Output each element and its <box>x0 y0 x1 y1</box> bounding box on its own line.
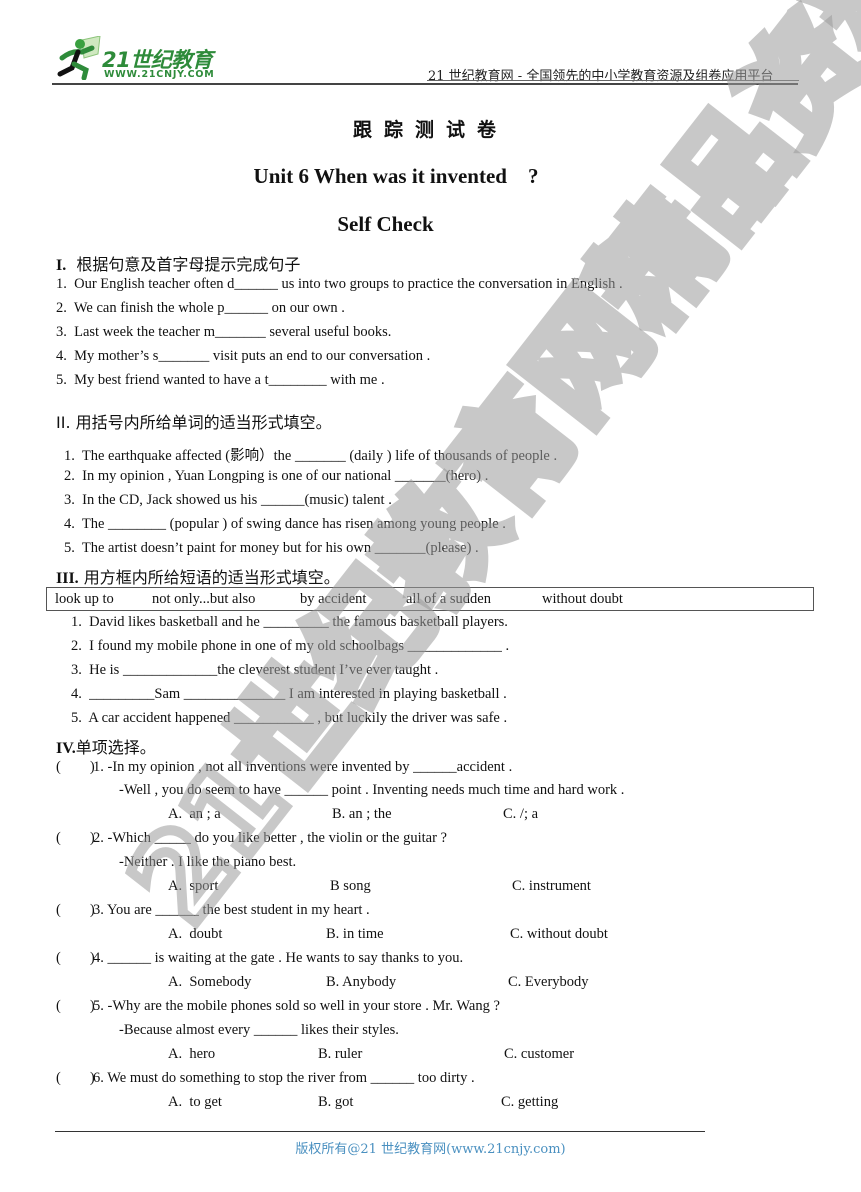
question-text: 1. -In my opinion , not all inventions w… <box>93 759 513 775</box>
answer-bracket[interactable]: ( ) <box>56 902 95 919</box>
option-b: B song <box>330 878 371 894</box>
section-3-item: 5. A car accident happened ___________ ,… <box>71 710 508 726</box>
question-text: -Because almost every ______ likes their… <box>119 1022 399 1038</box>
answer-bracket[interactable]: ( ) <box>56 998 95 1015</box>
section-2-item: 1. The earthquake affected (影响）the _____… <box>64 448 558 464</box>
option-b: B. an ; the <box>332 806 392 822</box>
question-text: 3. You are ______ the best student in my… <box>93 902 370 918</box>
answer-bracket[interactable]: ( ) <box>56 830 95 847</box>
option-c: C. getting <box>501 1094 559 1110</box>
option-a: A. to get <box>168 1094 222 1110</box>
footer-divider <box>55 1131 705 1132</box>
site-tagline: 21 世纪教育网 - 全国领先的中小学教育资源及组卷应用平台 <box>428 69 774 84</box>
section-3-item: 4. _________Sam ______________ I am inte… <box>71 686 507 702</box>
section-3-item: 2. I found my mobile phone in one of my … <box>71 638 510 654</box>
section-1-item: 4. My mother’s s_______ visit puts an en… <box>56 348 431 364</box>
sub-title: Self Check <box>337 212 434 236</box>
section-1-item: 2. We can finish the whole p______ on ou… <box>56 300 345 316</box>
logo-url: WWW.21CNJY.COM <box>104 69 215 80</box>
question-text: 4. ______ is waiting at the gate . He wa… <box>93 950 464 966</box>
question-text: -Neither . I like the piano best. <box>119 854 297 870</box>
section-3-heading: III. 用方框内所给短语的适当形式填空。 <box>56 564 340 588</box>
section-3-number: III. <box>56 570 79 587</box>
section-1-item: 1. Our English teacher often d______ us … <box>56 276 623 292</box>
option-a: A. Somebody <box>168 974 252 990</box>
section-4-number: IV. <box>56 740 76 757</box>
section-2-item: 3. In the CD, Jack showed us his ______(… <box>64 492 392 508</box>
section-2-item: 4. The ________ (popular ) of swing danc… <box>64 516 506 532</box>
question-text: 2. -Which _____ do you like better , the… <box>93 830 447 846</box>
option-c: C. without doubt <box>510 926 608 942</box>
question-text: 5. -Why are the mobile phones sold so we… <box>93 998 500 1014</box>
option-b: B. Anybody <box>326 974 397 990</box>
option-b: B. in time <box>326 926 384 942</box>
section-3-text: 用方框内所给短语的适当形式填空。 <box>83 568 340 587</box>
option-a: A. doubt <box>168 926 223 942</box>
phrase-option: look up to <box>55 591 114 607</box>
answer-bracket[interactable]: ( ) <box>56 950 95 967</box>
phrase-option: not only...but also <box>152 591 256 607</box>
phrase-option: by accident <box>300 591 367 607</box>
header-underline <box>427 80 799 81</box>
runner-logo-icon <box>57 35 101 81</box>
section-2-item: 5. The artist doesn’t paint for money bu… <box>64 540 479 556</box>
option-a: A. an ; a <box>168 806 221 822</box>
question-text: 6. We must do something to stop the rive… <box>93 1070 475 1086</box>
copyright-footer: 版权所有@21 世纪教育网(www.21cnjy.com) <box>295 1142 566 1157</box>
section-3-item: 1. David likes basketball and he _______… <box>71 614 508 630</box>
option-b: B. got <box>318 1094 354 1110</box>
option-c: C. Everybody <box>508 974 589 990</box>
section-2-heading: II. 用括号内所给单词的适当形式填空。 <box>56 413 332 432</box>
option-a: A. hero <box>168 1046 216 1062</box>
page-title-cn: 跟踪测试卷 <box>352 119 508 141</box>
unit-title: Unit 6 When was it invented ? <box>253 164 539 188</box>
option-a: A. sport <box>168 878 219 894</box>
section-4-heading: IV.单项选择。 <box>56 734 156 758</box>
section-1-text: 根据句意及首字母提示完成句子 <box>76 255 301 274</box>
option-c: C. instrument <box>512 878 591 894</box>
section-3-item: 3. He is _____________the cleverest stud… <box>71 662 439 678</box>
option-b: B. ruler <box>318 1046 363 1062</box>
option-c: C. /; a <box>503 806 539 822</box>
section-1-heading: I. 根据句意及首字母提示完成句子 <box>56 251 300 275</box>
phrase-box: look up to not only...but also by accide… <box>46 587 814 611</box>
phrase-option: all of a sudden <box>406 591 491 607</box>
section-1-item: 3. Last week the teacher m_______ severa… <box>56 324 392 340</box>
section-1-number: I. <box>56 257 67 274</box>
header-divider <box>52 83 798 85</box>
answer-bracket[interactable]: ( ) <box>56 1070 95 1087</box>
question-text: -Well , you do seem to have ______ point… <box>119 782 625 798</box>
section-4-text: 单项选择。 <box>75 738 156 757</box>
phrase-option: without doubt <box>542 591 623 607</box>
section-1-item: 5. My best friend wanted to have a t____… <box>56 372 385 388</box>
option-c: C. customer <box>504 1046 575 1062</box>
answer-bracket[interactable]: ( ) <box>56 759 95 776</box>
section-2-item: 2. In my opinion , Yuan Longping is one … <box>64 468 489 484</box>
